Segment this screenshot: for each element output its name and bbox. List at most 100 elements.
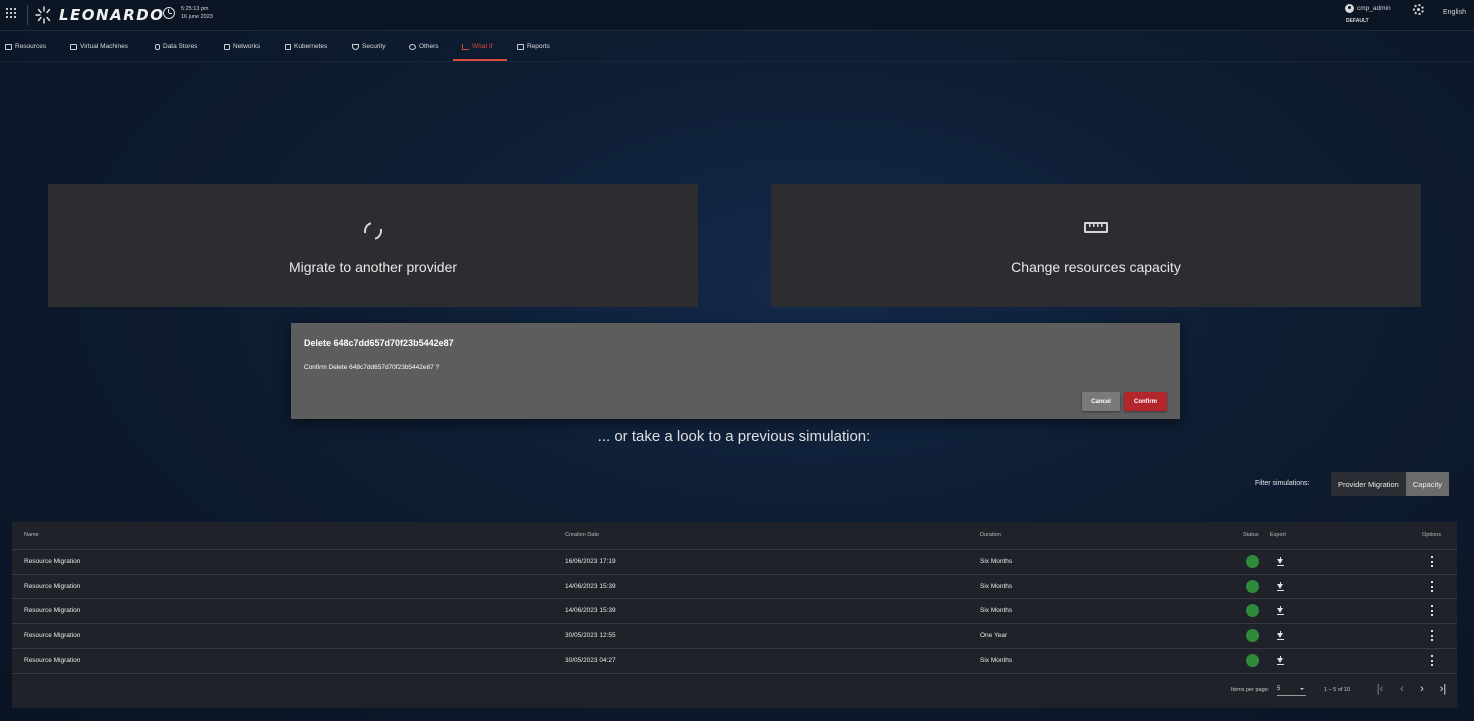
table-row[interactable]: Resource Migration 30/05/2023 12:55 One …: [12, 623, 1457, 648]
nav-item-others[interactable]: Others: [409, 31, 439, 62]
nav-item-security[interactable]: Security: [352, 31, 385, 62]
username: cmp_admin: [1357, 5, 1391, 12]
nav-item-resources[interactable]: Resources: [5, 31, 46, 62]
settings-gear-icon[interactable]: [1413, 4, 1424, 15]
next-page-icon[interactable]: ›: [1415, 682, 1429, 696]
nav-item-label: Security: [362, 43, 386, 50]
account-circle-icon: [1345, 4, 1354, 13]
clock-time: 5:25:13 pm: [181, 6, 209, 12]
delete-confirm-dialog: Delete 648c7dd657d70f23b5442e87 Confirm …: [291, 323, 1180, 419]
nav-item-reports[interactable]: Reports: [517, 31, 550, 62]
nav-item-label: Reports: [527, 43, 550, 50]
nav-item-label: Networks: [233, 43, 261, 50]
logo-text: LEONARDO: [59, 6, 165, 24]
status-ok-icon: [1246, 654, 1259, 667]
download-icon[interactable]: [1277, 606, 1284, 616]
status-ok-icon: [1246, 629, 1259, 642]
row-duration: Six Months: [980, 657, 1013, 664]
previous-simulation-heading: ... or take a look to a previous simulat…: [597, 428, 871, 445]
clock-icon: [163, 7, 175, 19]
more-options-icon[interactable]: [1431, 581, 1434, 592]
kubernetes-icon: [285, 43, 291, 50]
row-creation-date: 30/05/2023 12:55: [565, 632, 616, 639]
more-options-icon[interactable]: [1431, 630, 1434, 641]
table-row[interactable]: Resource Migration 14/06/2023 15:39 Six …: [12, 598, 1457, 623]
cancel-button[interactable]: Cancel: [1082, 392, 1120, 411]
confirm-button[interactable]: Confirm: [1124, 392, 1167, 411]
column-header-status: Status: [1243, 532, 1259, 538]
row-creation-date: 14/06/2023 15:39: [565, 607, 616, 614]
row-name: Resource Migration: [24, 632, 81, 639]
tenant-label: DEFAULT: [1346, 18, 1369, 24]
migrate-provider-card[interactable]: Migrate to another provider: [48, 184, 698, 307]
first-page-icon[interactable]: |‹: [1373, 682, 1387, 696]
nav-item-data-stores[interactable]: Data Stores: [155, 31, 197, 62]
row-name: Resource Migration: [24, 558, 81, 565]
main-nav: Resources Virtual Machines Data Stores N…: [0, 31, 1474, 62]
more-options-icon[interactable]: [1431, 556, 1434, 567]
table-row[interactable]: Resource Migration 16/06/2023 17:19 Six …: [12, 549, 1457, 574]
row-name: Resource Migration: [24, 583, 81, 590]
items-per-page-value: 5: [1277, 686, 1281, 692]
nav-item-virtual-machines[interactable]: Virtual Machines: [70, 31, 128, 62]
last-page-icon[interactable]: ›|: [1436, 682, 1450, 696]
nav-item-kubernetes[interactable]: Kubernetes: [285, 31, 327, 62]
row-duration: Six Months: [980, 583, 1013, 590]
active-tab-indicator: [453, 59, 507, 61]
download-icon[interactable]: [1277, 582, 1284, 592]
nav-item-label: Data Stores: [163, 43, 198, 50]
simulations-table: Name Creation Date Duration Status Expor…: [12, 522, 1457, 708]
row-name: Resource Migration: [24, 607, 81, 614]
row-creation-date: 30/05/2023 04:27: [565, 657, 616, 664]
chevron-down-icon: [1300, 688, 1304, 690]
pagination-range: 1 – 5 of 10: [1324, 687, 1350, 693]
refresh-icon: [360, 218, 386, 244]
more-options-icon[interactable]: [1431, 605, 1434, 616]
nav-item-label: Virtual Machines: [80, 43, 128, 50]
column-header-export: Export: [1270, 532, 1286, 538]
filter-capacity-button[interactable]: Capacity: [1405, 472, 1450, 496]
nav-item-label: What If: [472, 43, 493, 50]
nav-item-label: Kubernetes: [294, 43, 328, 50]
column-header-duration[interactable]: Duration: [980, 532, 1001, 538]
nav-item-label: Resources: [15, 43, 47, 50]
chart-line-icon: [462, 43, 469, 50]
download-icon[interactable]: [1277, 656, 1284, 666]
network-icon: [224, 43, 230, 50]
download-icon[interactable]: [1277, 557, 1284, 567]
resources-icon: [5, 43, 12, 50]
monitor-icon: [70, 43, 77, 50]
column-header-name[interactable]: Name: [24, 532, 39, 538]
nav-item-networks[interactable]: Networks: [224, 31, 260, 62]
globe-icon: [409, 43, 416, 50]
status-ok-icon: [1246, 604, 1259, 617]
report-icon: [517, 43, 524, 50]
filter-provider-migration-button[interactable]: Provider Migration: [1331, 472, 1406, 496]
previous-page-icon[interactable]: ‹: [1395, 682, 1409, 696]
row-creation-date: 14/06/2023 15:39: [565, 583, 616, 590]
user-menu[interactable]: cmp_admin DEFAULT: [1345, 4, 1391, 24]
database-icon: [155, 43, 160, 50]
clock: 5:25:13 pm 16 june 2023: [163, 5, 213, 21]
status-ok-icon: [1246, 555, 1259, 568]
table-row[interactable]: Resource Migration 30/05/2023 04:27 Six …: [12, 648, 1457, 673]
column-header-creation-date[interactable]: Creation Date: [565, 532, 599, 538]
logo[interactable]: LEONARDO: [34, 5, 164, 25]
ruler-icon: [1084, 222, 1108, 233]
filter-toggle-group: Provider Migration Capacity: [1331, 472, 1450, 496]
shield-icon: [352, 43, 359, 50]
row-name: Resource Migration: [24, 657, 81, 664]
apps-grid-icon[interactable]: [6, 8, 16, 18]
language-selector[interactable]: English: [1443, 9, 1466, 16]
dialog-message: Confirm Delete 648c7dd657d70f23b5442e87 …: [304, 364, 440, 371]
items-per-page-select[interactable]: 5: [1277, 682, 1306, 696]
more-options-icon[interactable]: [1431, 655, 1434, 666]
nav-item-what-if[interactable]: What If: [462, 31, 493, 62]
download-icon[interactable]: [1277, 631, 1284, 641]
column-header-options: Options: [1422, 532, 1441, 538]
row-duration: Six Months: [980, 607, 1013, 614]
change-capacity-card[interactable]: Change resources capacity: [771, 184, 1421, 307]
dialog-title: Delete 648c7dd657d70f23b5442e87: [304, 338, 454, 348]
items-per-page-label: Items per page:: [1231, 687, 1270, 693]
table-row[interactable]: Resource Migration 14/06/2023 15:39 Six …: [12, 574, 1457, 599]
